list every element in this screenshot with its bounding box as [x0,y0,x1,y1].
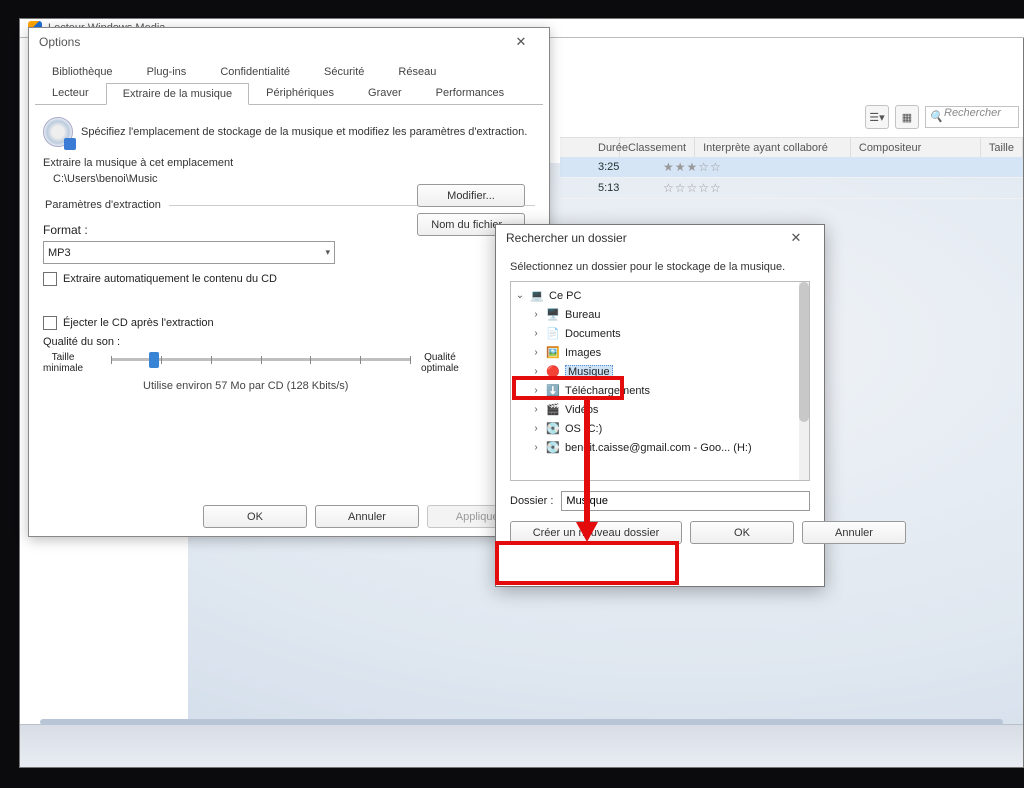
quality-label: Qualité du son : [43,336,120,348]
folder-icon: 🔴 [545,365,561,379]
close-icon[interactable]: ✕ [503,32,539,52]
rating-stars[interactable]: ★★★☆☆ [653,160,722,174]
expand-icon[interactable]: › [531,423,541,434]
expand-icon[interactable]: › [531,328,541,339]
ok-button[interactable]: OK [203,505,307,528]
tree-item[interactable]: ›🎬Vidéos [515,400,805,419]
options-title: Options [39,35,80,49]
col-compositeur[interactable]: Compositeur [851,138,981,158]
tree-item[interactable]: ›💽benoit.caisse@gmail.com - Goo... (H:) [515,438,805,457]
expand-icon[interactable]: › [531,309,541,320]
col-duree[interactable]: Durée [560,138,620,158]
player-bar [20,724,1023,767]
tab-reseau[interactable]: Réseau [381,61,453,82]
expand-icon[interactable]: › [531,442,541,453]
folder-label: Dossier : [510,495,553,507]
tab-securite[interactable]: Sécurité [307,61,381,82]
format-select[interactable]: MP3 ▾ [43,241,335,264]
close-icon[interactable]: ✕ [778,228,814,248]
folder-icon: 🎬 [545,403,561,417]
tab-bibliotheque[interactable]: Bibliothèque [35,61,130,82]
table-row[interactable]: 5:13 ☆☆☆☆☆ [560,178,1023,199]
pc-icon: 💻 [529,289,545,303]
size-estimate: Utilise environ 57 Mo par CD (128 Kbits/… [143,380,535,392]
expand-icon[interactable]: › [531,404,541,415]
tree-item[interactable]: ›⬇️Téléchargements [515,381,805,400]
ok-button[interactable]: OK [690,521,794,544]
tree-item[interactable]: ›🖼️Images [515,343,805,362]
expand-icon[interactable]: › [531,347,541,358]
tab-confidentialite[interactable]: Confidentialité [203,61,307,82]
quality-min: Taille minimale [43,352,83,374]
folder-tree[interactable]: ⌄ 💻 Ce PC ›🖥️Bureau›📄Documents›🖼️Images›… [510,281,810,481]
tab-graver[interactable]: Graver [351,82,419,104]
checkbox-auto-rip[interactable]: Extraire automatiquement le contenu du C… [43,272,535,286]
section-params: Paramètres d'extraction [43,199,169,211]
tree-item[interactable]: ›🖥️Bureau [515,305,805,324]
search-placeholder: Rechercher [944,107,1001,119]
tab-lecteur[interactable]: Lecteur [35,82,106,104]
cancel-button[interactable]: Annuler [315,505,419,528]
tree-item[interactable]: ›📄Documents [515,324,805,343]
tree-item[interactable]: ›🔴Musique [515,362,805,381]
quality-slider[interactable] [111,358,411,361]
column-headers: Durée Classement Interprète ayant collab… [560,137,1023,159]
track-rows: 3:25 ★★★☆☆ 5:13 ☆☆☆☆☆ [560,157,1023,199]
chevron-down-icon: ▾ [325,247,330,258]
quality-max: Qualité optimale [421,352,459,374]
folder-input[interactable] [561,491,810,511]
section-location: Extraire la musique à cet emplacement [43,157,535,169]
rating-stars[interactable]: ☆☆☆☆☆ [653,181,722,195]
browse-folder-dialog: Rechercher un dossier ✕ Sélectionnez un … [495,224,825,587]
collapse-icon[interactable]: ⌄ [515,290,525,301]
cancel-button[interactable]: Annuler [802,521,906,544]
expand-icon[interactable]: › [531,385,541,396]
folder-icon: 💽 [545,441,561,455]
new-folder-button[interactable]: Créer un nouveau dossier [510,521,682,544]
browse-desc: Sélectionnez un dossier pour le stockage… [510,261,810,273]
search-input[interactable]: 🔍 Rechercher [925,106,1019,128]
options-info: Spécifiez l'emplacement de stockage de l… [81,126,527,138]
folder-icon: 🖼️ [545,346,561,360]
scrollbar[interactable] [799,282,809,480]
expand-icon[interactable]: › [531,366,541,377]
tab-extraire[interactable]: Extraire de la musique [106,83,249,105]
tab-plugins[interactable]: Plug-ins [130,61,204,82]
folder-icon: 💽 [545,422,561,436]
tab-peripheriques[interactable]: Périphériques [249,82,351,104]
tree-item[interactable]: ›💽OS (C:) [515,419,805,438]
view-list-icon[interactable]: ☰▾ [865,105,889,129]
col-taille[interactable]: Taille [981,138,1023,158]
folder-icon: ⬇️ [545,384,561,398]
seek-track[interactable] [40,719,1003,725]
options-dialog: Options ✕ Bibliothèque Plug-ins Confiden… [28,27,550,537]
view-options-icon[interactable]: ▦ [895,105,919,129]
tab-performances[interactable]: Performances [419,82,521,104]
col-classement[interactable]: Classement [620,138,695,158]
table-row[interactable]: 3:25 ★★★☆☆ [560,157,1023,178]
checkbox-eject[interactable]: Éjecter le CD après l'extraction [43,316,535,330]
browse-title: Rechercher un dossier [506,231,627,245]
folder-icon: 📄 [545,327,561,341]
disc-icon [43,117,73,147]
change-button[interactable]: Modifier... [417,184,525,207]
tree-root[interactable]: Ce PC [549,290,581,302]
col-interprete[interactable]: Interprète ayant collaboré [695,138,851,158]
folder-icon: 🖥️ [545,308,561,322]
